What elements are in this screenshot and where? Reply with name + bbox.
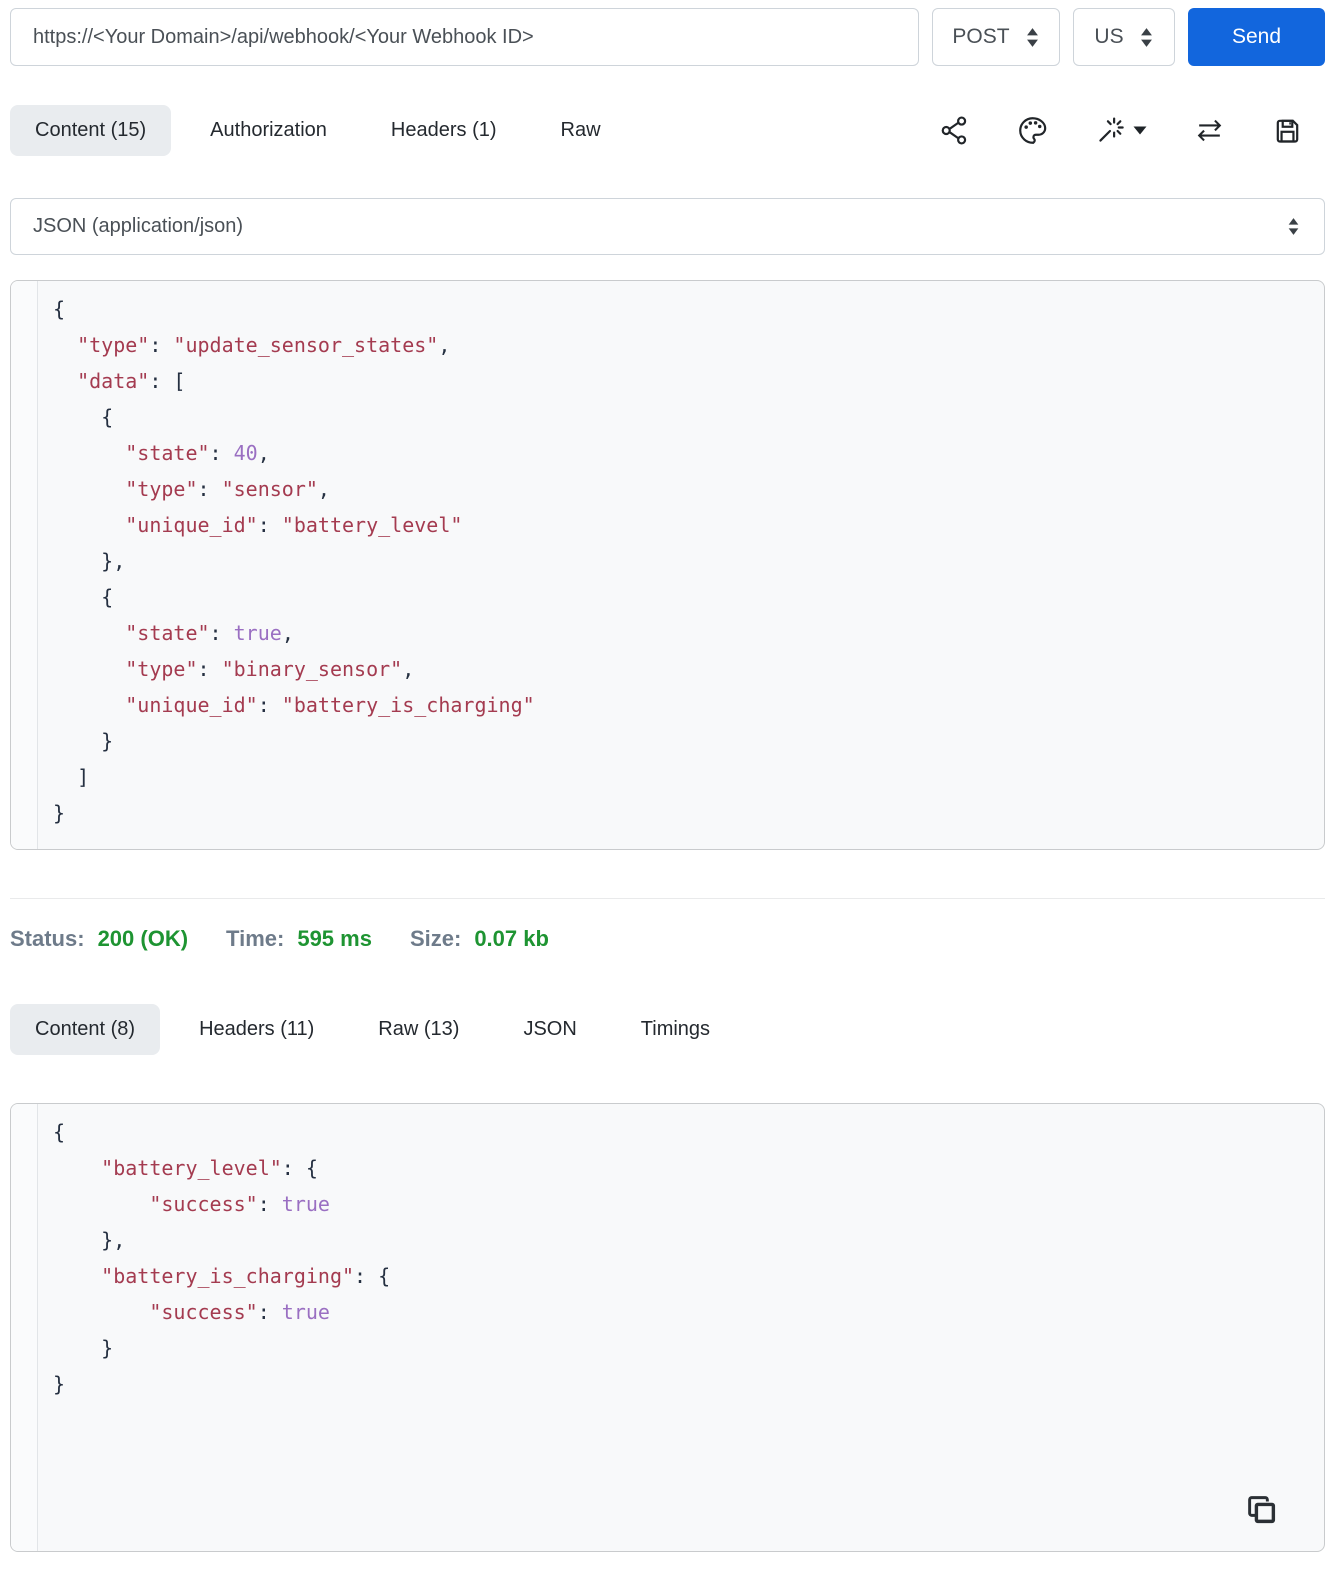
copy-icon[interactable]	[1243, 1491, 1280, 1531]
divider	[10, 898, 1325, 899]
request-url-row: https://<Your Domain>/api/webhook/<Your …	[10, 8, 1325, 66]
status-group: Size: 0.07 kb	[410, 926, 549, 952]
status-value: 595 ms	[297, 926, 372, 951]
code-line: ]	[53, 765, 90, 789]
response-tabs-row: Content (8) Headers (11) Raw (13) JSON Timin…	[10, 1004, 1325, 1055]
code-line: "battery_is_charging": {	[53, 1264, 391, 1288]
code-line: "unique_id": "battery_level"	[53, 513, 463, 537]
send-button[interactable]: Send	[1188, 8, 1325, 66]
code-line: "success": true	[53, 1192, 330, 1216]
response-tab-timings[interactable]: Timings	[616, 1004, 735, 1055]
code-line: "type": "binary_sensor",	[53, 657, 415, 681]
status-value: 200 (OK)	[97, 926, 189, 951]
code-line: "battery_level": {	[53, 1156, 318, 1180]
code-line: }	[53, 801, 66, 825]
code-line: "unique_id": "battery_is_charging"	[53, 693, 535, 717]
code-line: },	[53, 549, 126, 573]
response-tabs: Content (8) Headers (11) Raw (13) JSON Timin…	[10, 1004, 735, 1055]
code-line: "state": true,	[53, 621, 294, 645]
api-tester-page: https://<Your Domain>/api/webhook/<Your …	[0, 0, 1335, 1552]
code-line: "data": [	[53, 369, 186, 393]
status-value: 0.07 kb	[474, 926, 549, 951]
editor-gutter	[11, 281, 38, 849]
response-body-viewer: { "battery_level": { "success": true }, …	[38, 1104, 1324, 1551]
code-line: {	[53, 1120, 66, 1144]
viewer-gutter	[11, 1104, 38, 1551]
magic-wand-icon[interactable]	[1095, 115, 1147, 146]
request-tab-content-15[interactable]: Content (15)	[10, 105, 172, 156]
status-label: Size:	[409, 926, 462, 951]
request-body-panel: { "type": "update_sensor_states", "data"…	[10, 280, 1325, 850]
updown-caret-icon	[1288, 218, 1299, 235]
updown-caret-icon	[1140, 27, 1152, 47]
region-select[interactable]: US	[1073, 8, 1175, 66]
code-line: },	[53, 1228, 126, 1252]
response-status-bar: Status: 200 (OK) Time: 595 ms Size: 0.07 kb	[10, 926, 1325, 952]
request-toolbar	[939, 115, 1325, 146]
status-group: Time: 595 ms	[226, 926, 372, 952]
response-tab-raw-13[interactable]: Raw (13)	[353, 1004, 484, 1055]
request-tabs: Content (15) Authorization Headers (1) Raw	[10, 105, 626, 156]
code-line: "type": "update_sensor_states",	[53, 333, 451, 357]
status-group: Status: 200 (OK)	[10, 926, 188, 952]
response-body-panel: { "battery_level": { "success": true }, …	[10, 1103, 1325, 1552]
url-input[interactable]: https://<Your Domain>/api/webhook/<Your …	[10, 8, 919, 66]
code-line: }	[53, 729, 114, 753]
code-line: {	[53, 297, 66, 321]
request-tab-raw[interactable]: Raw	[536, 105, 626, 156]
code-line: "state": 40,	[53, 441, 270, 465]
chevron-down-icon	[1133, 126, 1147, 135]
request-tabs-row: Content (15) Authorization Headers (1) Raw	[10, 105, 1325, 156]
request-tab-headers-1[interactable]: Headers (1)	[366, 105, 522, 156]
share-icon[interactable]	[939, 115, 970, 146]
body-type-select-value: JSON (application/json)	[33, 215, 244, 237]
code-line: "success": true	[53, 1300, 330, 1324]
response-tab-content-8[interactable]: Content (8)	[10, 1004, 161, 1055]
code-line: }	[53, 1372, 66, 1396]
code-line: {	[53, 405, 114, 429]
body-type-select[interactable]: JSON (application/json)	[10, 198, 1325, 255]
response-tab-json[interactable]: JSON	[498, 1004, 601, 1055]
method-select[interactable]: POST	[932, 8, 1060, 66]
request-body-editor[interactable]: { "type": "update_sensor_states", "data"…	[38, 281, 1324, 849]
request-tab-authorization[interactable]: Authorization	[185, 105, 352, 156]
palette-icon[interactable]	[1017, 115, 1048, 146]
region-select-value: US	[1094, 25, 1124, 48]
updown-caret-icon	[1026, 27, 1038, 47]
method-select-value: POST	[952, 25, 1010, 48]
response-tab-headers-11[interactable]: Headers (11)	[174, 1004, 339, 1055]
swap-icon[interactable]	[1194, 115, 1225, 146]
code-line: }	[53, 1336, 114, 1360]
status-label: Time:	[226, 926, 285, 951]
code-line: "type": "sensor",	[53, 477, 330, 501]
code-line: {	[53, 585, 114, 609]
status-label: Status:	[10, 926, 85, 951]
save-icon[interactable]	[1272, 115, 1303, 146]
